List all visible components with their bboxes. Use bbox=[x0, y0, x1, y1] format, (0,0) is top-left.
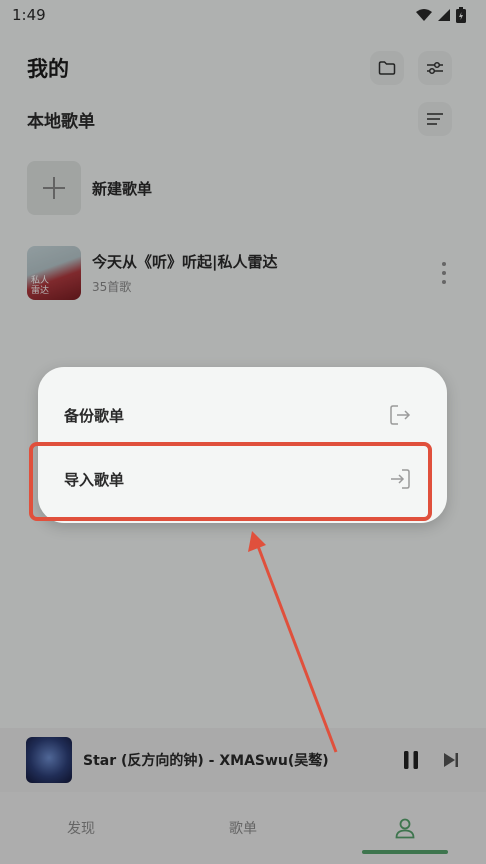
annotation-arrow bbox=[248, 531, 338, 753]
